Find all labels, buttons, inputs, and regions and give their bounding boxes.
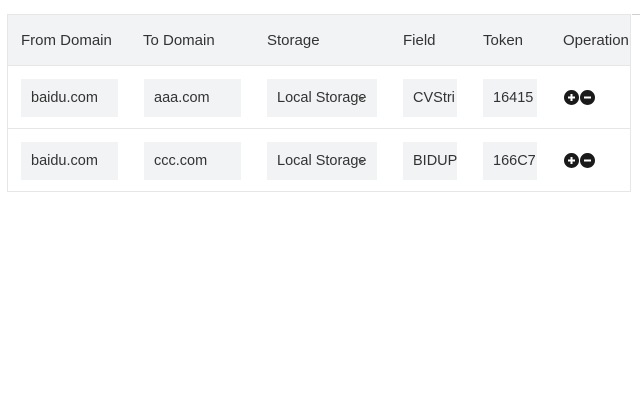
token-input[interactable]: 166C7 — [483, 142, 537, 180]
table-row: baidu.com aaa.com Local Storage CVStri 1… — [8, 66, 630, 129]
table-header: From Domain To Domain Storage Field Toke… — [8, 15, 630, 66]
rules-table: From Domain To Domain Storage Field Toke… — [7, 14, 631, 192]
header-to-domain: To Domain — [143, 32, 215, 49]
storage-select-value: Local Storage — [277, 153, 367, 169]
minus-circle-icon[interactable] — [580, 90, 595, 105]
field-input[interactable]: CVStri — [403, 79, 457, 117]
minus-circle-icon[interactable] — [580, 153, 595, 168]
storage-select-value: Local Storage — [277, 90, 367, 106]
header-from-domain: From Domain — [21, 32, 112, 49]
to-domain-input[interactable]: aaa.com — [144, 79, 241, 117]
header-operation: Operation — [563, 32, 629, 49]
storage-select[interactable]: Local Storage — [267, 79, 377, 117]
from-domain-input[interactable]: baidu.com — [21, 79, 118, 117]
token-input[interactable]: 16415 — [483, 79, 537, 117]
field-input[interactable]: BIDUP — [403, 142, 457, 180]
plus-circle-icon[interactable] — [564, 153, 579, 168]
window-edge-divider — [632, 14, 640, 15]
header-field: Field — [403, 32, 436, 49]
table-row: baidu.com ccc.com Local Storage BIDUP 16… — [8, 129, 630, 192]
to-domain-input[interactable]: ccc.com — [144, 142, 241, 180]
plus-circle-icon[interactable] — [564, 90, 579, 105]
storage-select[interactable]: Local Storage — [267, 142, 377, 180]
from-domain-input[interactable]: baidu.com — [21, 142, 118, 180]
header-storage: Storage — [267, 32, 320, 49]
header-token: Token — [483, 32, 524, 49]
